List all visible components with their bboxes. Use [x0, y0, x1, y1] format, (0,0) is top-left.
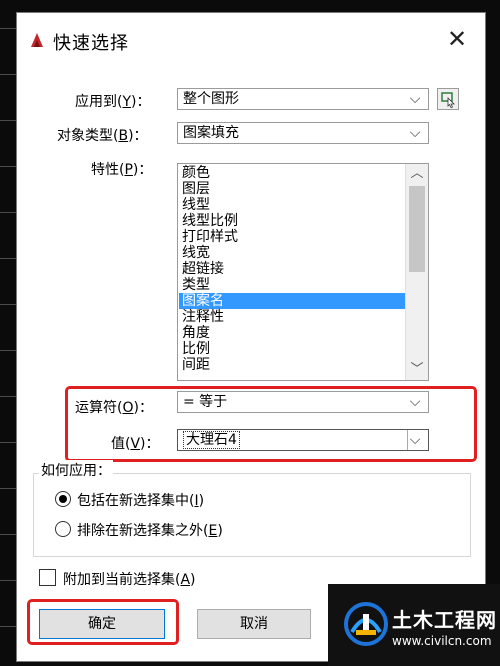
- chevron-down-icon[interactable]: ﹀: [406, 360, 428, 380]
- list-item[interactable]: 线宽: [179, 245, 405, 261]
- list-item[interactable]: 角度: [179, 325, 405, 341]
- chevron-down-icon: ⌵: [407, 430, 422, 450]
- chevron-down-icon: ⌵: [409, 91, 421, 107]
- apply-to-dropdown[interactable]: 整个图形 ⌵: [177, 88, 429, 110]
- list-item[interactable]: 打印样式: [179, 229, 405, 245]
- list-item[interactable]: 比例: [179, 341, 405, 357]
- list-item[interactable]: 间距: [179, 357, 405, 373]
- exclude-label[interactable]: 排除在新选择集之外(E): [77, 520, 223, 540]
- list-item[interactable]: 图层: [179, 181, 405, 197]
- civilcn-logo-icon: [344, 602, 388, 646]
- how-to-apply-group: [33, 473, 471, 557]
- object-type-label: 对象类型(B)：: [57, 128, 148, 144]
- list-item[interactable]: 超链接: [179, 261, 405, 277]
- watermark-url: www.civilcn.com: [392, 634, 492, 648]
- how-to-apply-legend: 如何应用：: [39, 460, 113, 480]
- dialog-title: 快速选择: [53, 33, 129, 54]
- properties-label: 特性(P)：: [91, 162, 153, 178]
- append-label[interactable]: 附加到当前选择集(A): [63, 569, 196, 589]
- pick-objects-button[interactable]: [437, 88, 459, 110]
- include-radio[interactable]: [55, 491, 71, 507]
- screen: 快速选择 ✕ 应用到(Y)： 整个图形 ⌵ 对象类型(B)： 图案填充 ⌵ 特性…: [0, 0, 500, 666]
- include-label[interactable]: 包括在新选择集中(I): [77, 490, 204, 510]
- quick-select-dialog: 快速选择 ✕ 应用到(Y)： 整个图形 ⌵ 对象类型(B)： 图案填充 ⌵ 特性…: [16, 12, 486, 662]
- properties-scrollbar[interactable]: ︿ ﹀: [405, 164, 428, 380]
- autocad-icon: [31, 33, 43, 47]
- list-item[interactable]: 颜色: [179, 165, 405, 181]
- chevron-down-icon: ⌵: [409, 394, 421, 410]
- pick-objects-icon: [441, 92, 455, 108]
- chevron-down-icon: ⌵: [409, 125, 421, 141]
- close-button[interactable]: ✕: [445, 27, 469, 51]
- title-bar: 快速选择 ✕: [17, 13, 485, 67]
- scroll-thumb[interactable]: [409, 186, 425, 272]
- exclude-radio[interactable]: [55, 521, 71, 537]
- list-item[interactable]: 图案名: [179, 293, 405, 309]
- value-label: 值(V)：: [111, 436, 160, 452]
- list-item[interactable]: 类型: [179, 277, 405, 293]
- watermark-title: 土木工程网: [392, 608, 497, 632]
- chevron-up-icon[interactable]: ︿: [406, 164, 428, 184]
- properties-listbox[interactable]: 颜色 图层 线型 线型比例 打印样式 线宽 超链接 类型 图案名 注释性 角度 比例 间距 ︿ ﹀: [177, 163, 429, 381]
- operator-label: 运算符(O)：: [75, 400, 153, 416]
- cancel-button[interactable]: 取消: [197, 609, 311, 639]
- apply-to-label: 应用到(Y)：: [75, 94, 151, 110]
- watermark: 土木工程网 www.civilcn.com: [328, 584, 500, 666]
- list-item[interactable]: 注释性: [179, 309, 405, 325]
- apply-to-value: 整个图形: [183, 91, 239, 107]
- ok-button[interactable]: 确定: [39, 609, 165, 639]
- operator-dropdown[interactable]: = 等于 ⌵: [177, 391, 429, 413]
- properties-list: 颜色 图层 线型 线型比例 打印样式 线宽 超链接 类型 图案名 注释性 角度 比例 间距: [179, 165, 405, 373]
- append-checkbox[interactable]: [39, 569, 56, 586]
- value-text: 大理石4: [183, 431, 240, 449]
- value-dropdown[interactable]: 大理石4 ⌵: [177, 429, 429, 451]
- object-type-value: 图案填充: [183, 125, 239, 141]
- list-item[interactable]: 线型: [179, 197, 405, 213]
- list-item[interactable]: 线型比例: [179, 213, 405, 229]
- operator-value: = 等于: [183, 394, 228, 410]
- object-type-dropdown[interactable]: 图案填充 ⌵: [177, 122, 429, 144]
